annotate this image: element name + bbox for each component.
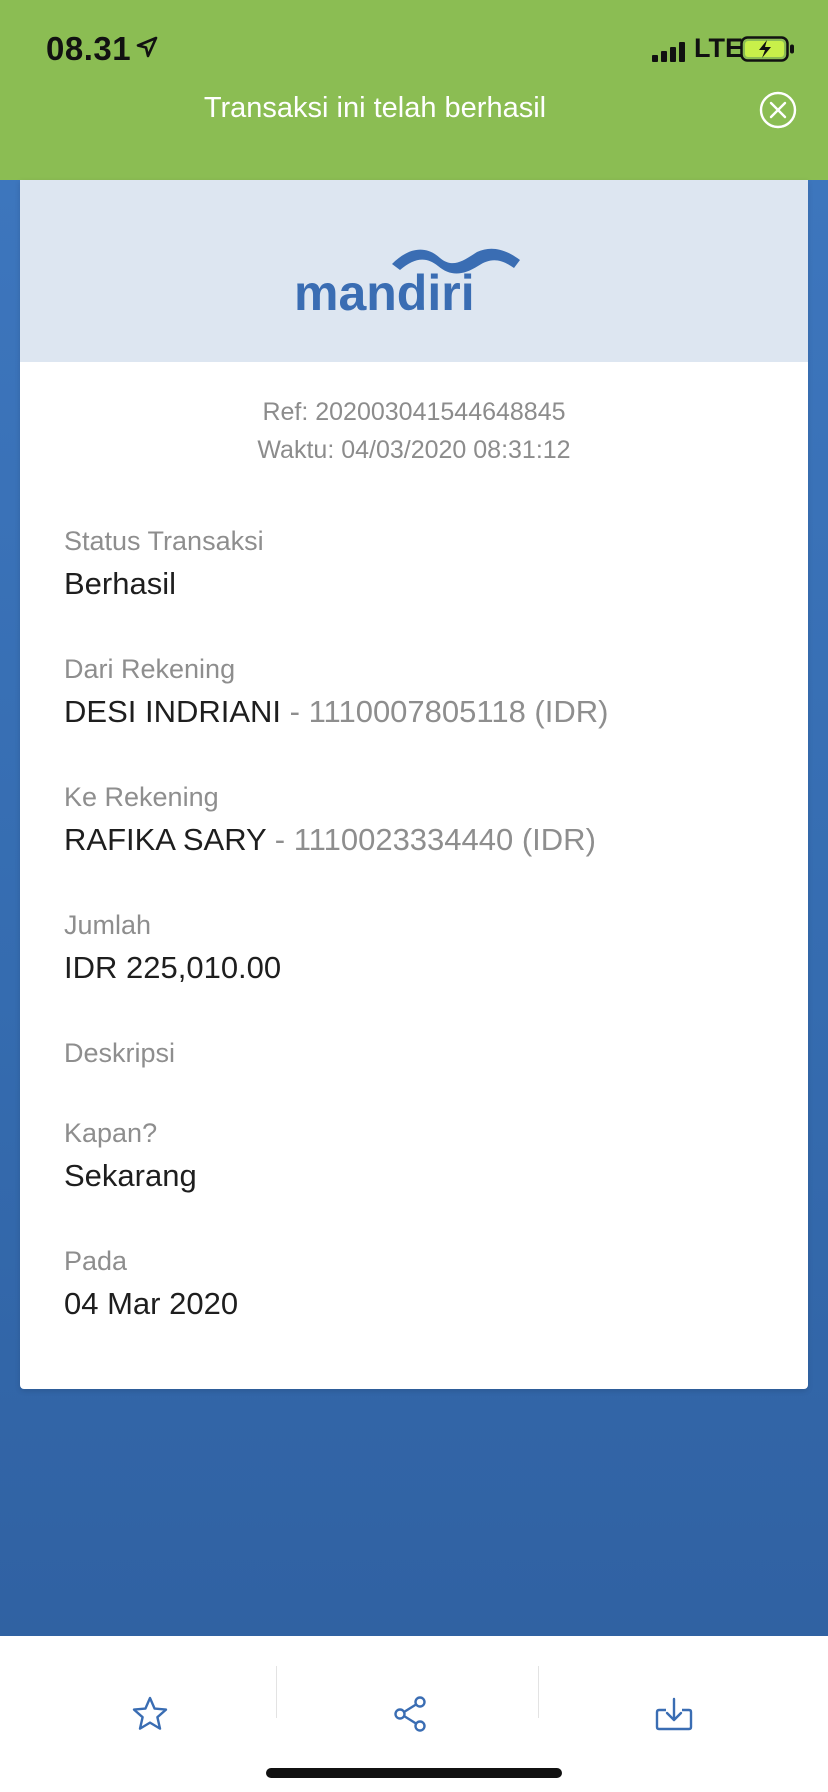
battery-icon bbox=[740, 36, 794, 62]
to-account-value: RAFIKA SARY - 1110023334440 (IDR) bbox=[64, 822, 596, 858]
receipt-card: mandiri Ref: 202003041544648845 Waktu: 0… bbox=[20, 180, 808, 1389]
bottom-toolbar bbox=[0, 1636, 828, 1792]
favorite-button[interactable] bbox=[110, 1674, 190, 1754]
header-bar: 08.31 LTE Transaksi ini telah berhasil bbox=[0, 0, 828, 180]
to-account-number: - 1110023334440 (IDR) bbox=[266, 822, 596, 857]
status-time: 08.31 bbox=[46, 30, 132, 67]
reference-number: Ref: 202003041544648845 bbox=[262, 398, 566, 426]
to-account-label: Ke Rekening bbox=[64, 782, 219, 812]
toolbar-divider bbox=[276, 1666, 277, 1718]
status-value: Berhasil bbox=[64, 566, 176, 601]
to-account-name: RAFIKA SARY bbox=[64, 822, 267, 857]
receipt-header: mandiri bbox=[20, 180, 808, 362]
toolbar-divider bbox=[538, 1666, 539, 1718]
signal-icon bbox=[652, 42, 685, 62]
status-label: Status Transaksi bbox=[64, 526, 264, 556]
share-button[interactable] bbox=[370, 1674, 450, 1754]
share-icon bbox=[394, 1696, 426, 1732]
date-value: 04 Mar 2020 bbox=[64, 1286, 239, 1321]
star-icon bbox=[132, 1696, 168, 1730]
from-account-name: DESI INDRIANI bbox=[64, 694, 282, 729]
download-icon bbox=[655, 1697, 693, 1731]
description-label: Deskripsi bbox=[64, 1038, 176, 1068]
close-icon[interactable] bbox=[759, 91, 797, 129]
transaction-time: Waktu: 04/03/2020 08:31:12 bbox=[257, 436, 571, 464]
from-account-value: DESI INDRIANI - 1110007805118 (IDR) bbox=[64, 694, 608, 730]
amount-label: Jumlah bbox=[64, 910, 152, 940]
amount-value: IDR 225,010.00 bbox=[64, 950, 282, 985]
home-indicator[interactable] bbox=[266, 1768, 562, 1778]
date-label: Pada bbox=[64, 1246, 128, 1276]
mandiri-logo: mandiri bbox=[294, 248, 520, 320]
from-account-number: - 1110007805118 (IDR) bbox=[281, 694, 609, 729]
from-account-label: Dari Rekening bbox=[64, 654, 236, 684]
download-button[interactable] bbox=[634, 1674, 714, 1754]
when-value: Sekarang bbox=[64, 1158, 197, 1193]
success-banner: Transaksi ini telah berhasil bbox=[203, 92, 547, 124]
location-arrow-icon bbox=[136, 36, 158, 58]
network-type: LTE bbox=[694, 33, 743, 63]
when-label: Kapan? bbox=[64, 1118, 158, 1148]
logo-text: mandiri bbox=[294, 265, 475, 320]
